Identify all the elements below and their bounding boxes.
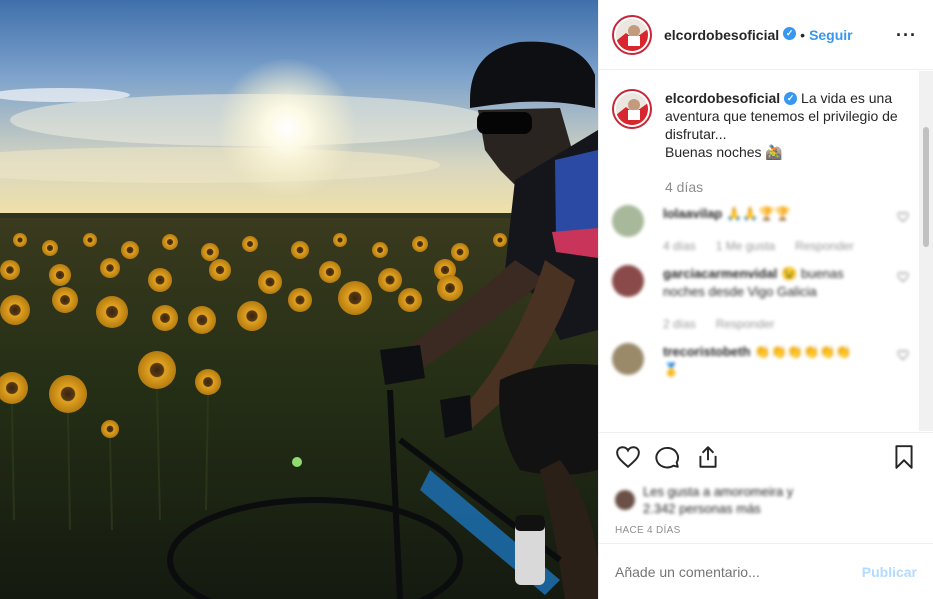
- caption: elcordobesoficial ✓ La vida es una aventu…: [612, 89, 919, 161]
- reply-button[interactable]: Responder: [716, 315, 775, 333]
- author-username[interactable]: elcordobesoficial: [664, 27, 779, 43]
- comment-composer: Publicar: [599, 543, 933, 599]
- post-header: elcordobesoficial ✓ • Seguir ···: [599, 0, 933, 70]
- commenter-avatar[interactable]: [612, 205, 644, 237]
- author-avatar-image: [616, 18, 648, 51]
- separator-dot: •: [800, 26, 806, 43]
- comment-input[interactable]: [615, 563, 862, 580]
- comment-like-icon[interactable]: [897, 349, 909, 361]
- bookmark-icon[interactable]: [891, 444, 917, 470]
- likes-line-2: 2.342 personas más: [643, 501, 761, 516]
- commenter-username[interactable]: trecoristobeth: [663, 344, 750, 359]
- liker-avatar: [615, 490, 635, 510]
- commenter-username[interactable]: garciacarmenvidal: [663, 266, 777, 281]
- comment-like-icon[interactable]: [897, 211, 909, 223]
- caption-body: elcordobesoficial ✓ La vida es una aventu…: [665, 89, 905, 161]
- post-side-panel: elcordobesoficial ✓ • Seguir ··· elcordo…: [598, 0, 933, 599]
- comment-item: lolaavilap 🙏🙏🏆🏆 4 días 1 Me gusta Respond…: [612, 205, 919, 255]
- commenter-avatar[interactable]: [612, 265, 644, 297]
- verified-badge-icon: ✓: [783, 27, 797, 40]
- commenter-avatar[interactable]: [612, 343, 644, 375]
- post-timestamp[interactable]: HACE 4 DÍAS: [615, 525, 917, 536]
- comment-text: 🙏🙏🏆🏆: [726, 206, 791, 221]
- caption-text-2: Buenas noches 🚵: [665, 144, 783, 160]
- comment-item: trecoristobeth 👏👏👏👏👏👏 🥇: [612, 343, 919, 379]
- verified-badge-icon: ✓: [784, 91, 798, 105]
- comment-item: garciacarmenvidal 😉 buenas noches desde V…: [612, 265, 919, 333]
- caption-username[interactable]: elcordobesoficial: [665, 90, 780, 106]
- comments-list[interactable]: elcordobesoficial ✓ La vida es una aventu…: [599, 71, 919, 431]
- post-photo[interactable]: [0, 0, 598, 599]
- reply-button[interactable]: Responder: [795, 237, 854, 255]
- caption-avatar-image: [616, 93, 648, 125]
- comments-scrollbar[interactable]: [919, 71, 933, 431]
- publish-button[interactable]: Publicar: [862, 564, 917, 580]
- comment-likes[interactable]: 1 Me gusta: [716, 237, 775, 255]
- cyclist-sunflower-image: [0, 0, 598, 599]
- likes-summary[interactable]: Les gusta a amoromeira y 2.342 personas …: [615, 483, 917, 517]
- author-avatar[interactable]: [612, 14, 652, 55]
- commenter-username[interactable]: lolaavilap: [663, 206, 722, 221]
- share-icon[interactable]: [695, 444, 721, 470]
- caption-avatar[interactable]: [612, 89, 652, 129]
- caption-age[interactable]: 4 días: [665, 179, 919, 195]
- comment-age: 2 días: [663, 317, 696, 331]
- heart-icon[interactable]: [615, 444, 641, 470]
- scrollbar-thumb[interactable]: [923, 127, 929, 247]
- more-options-icon[interactable]: ···: [896, 26, 917, 44]
- follow-button[interactable]: Seguir: [809, 27, 853, 43]
- comment-age: 4 días: [663, 239, 696, 253]
- comment-like-icon[interactable]: [897, 271, 909, 283]
- likes-line-1: Les gusta a amoromeira y: [643, 484, 794, 499]
- comment-icon[interactable]: [655, 444, 681, 470]
- post-actions: Les gusta a amoromeira y 2.342 personas …: [599, 432, 933, 536]
